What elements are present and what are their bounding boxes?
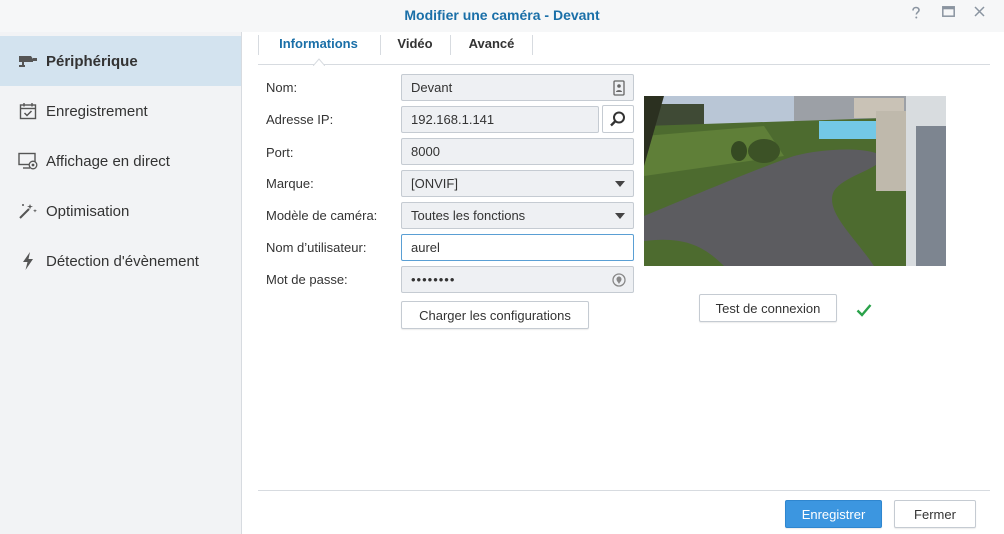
calendar-check-icon (17, 100, 39, 122)
sidebar-item-label: Affichage en direct (46, 152, 170, 170)
window-controls (910, 6, 988, 22)
chevron-down-icon (615, 213, 625, 219)
tab-bar: Informations Vidéo Avancé (258, 32, 990, 65)
test-connection-button[interactable]: Test de connexion (699, 294, 837, 322)
dialog-title: Modifier une caméra - Devant (404, 7, 600, 23)
ip-address-field[interactable]: 192.168.1.141 (401, 106, 599, 133)
title-bar: Modifier une caméra - Devant (0, 0, 1004, 32)
sidebar-item-peripherique[interactable]: Périphérique (0, 36, 241, 86)
ip-value: 192.168.1.141 (411, 112, 495, 127)
port-value: 8000 (411, 144, 440, 159)
load-configurations-button[interactable]: Charger les configurations (401, 301, 589, 329)
chevron-down-icon (615, 181, 625, 187)
lightning-icon (17, 250, 39, 272)
tab-separator (532, 35, 533, 55)
port-label: Port: (266, 145, 294, 160)
camera-edit-dialog: Modifier une caméra - Devant Périphériqu… (0, 0, 1004, 534)
eye-icon[interactable] (612, 272, 626, 288)
brand-select[interactable]: [ONVIF] (401, 170, 634, 197)
sidebar-item-label: Optimisation (46, 202, 130, 220)
brand-value: [ONVIF] (411, 176, 458, 191)
model-value: Toutes les fonctions (411, 208, 526, 223)
username-label: Nom d’utilisateur: (266, 240, 367, 255)
sidebar-item-label: Détection d'évènement (46, 252, 199, 270)
close-button[interactable]: Fermer (894, 500, 976, 528)
ip-label: Adresse IP: (266, 112, 334, 127)
sidebar-item-detection-evenement[interactable]: Détection d'évènement (0, 236, 241, 286)
password-label: Mot de passe: (266, 272, 348, 287)
name-label: Nom: (266, 80, 298, 95)
port-field[interactable]: 8000 (401, 138, 634, 165)
tab-avance[interactable]: Avancé (451, 32, 532, 64)
sidebar: Périphérique Enregistrement Affichage en… (0, 32, 242, 534)
search-icon (610, 111, 625, 127)
footer-divider (258, 490, 990, 491)
tab-separator (258, 35, 259, 55)
sidebar-item-optimisation[interactable]: Optimisation (0, 186, 241, 236)
model-select[interactable]: Toutes les fonctions (401, 202, 634, 229)
sidebar-item-label: Périphérique (46, 52, 138, 70)
magic-wand-icon (17, 200, 39, 222)
username-value: aurel (411, 240, 440, 255)
sidebar-item-label: Enregistrement (46, 102, 148, 120)
sidebar-item-affichage-direct[interactable]: Affichage en direct (0, 136, 241, 186)
name-field[interactable]: Devant (401, 74, 634, 101)
name-value: Devant (411, 80, 453, 95)
username-field[interactable]: aurel (401, 234, 634, 261)
search-camera-button[interactable] (602, 105, 634, 133)
tab-video[interactable]: Vidéo (381, 32, 449, 64)
password-field[interactable]: •••••••• (401, 266, 634, 293)
tab-pointer (313, 58, 325, 66)
password-value: •••••••• (411, 272, 456, 287)
contact-card-icon[interactable] (612, 80, 626, 96)
close-icon[interactable] (974, 6, 988, 22)
monitor-icon (17, 150, 39, 172)
maximize-icon[interactable] (942, 6, 956, 22)
question-icon[interactable] (910, 6, 924, 22)
model-label: Modèle de caméra: (266, 208, 378, 223)
checkmark-icon (856, 304, 872, 317)
camera-preview-image (644, 96, 946, 266)
save-button[interactable]: Enregistrer (785, 500, 882, 528)
camera-icon (17, 50, 39, 72)
sidebar-item-enregistrement[interactable]: Enregistrement (0, 86, 241, 136)
brand-label: Marque: (266, 176, 314, 191)
